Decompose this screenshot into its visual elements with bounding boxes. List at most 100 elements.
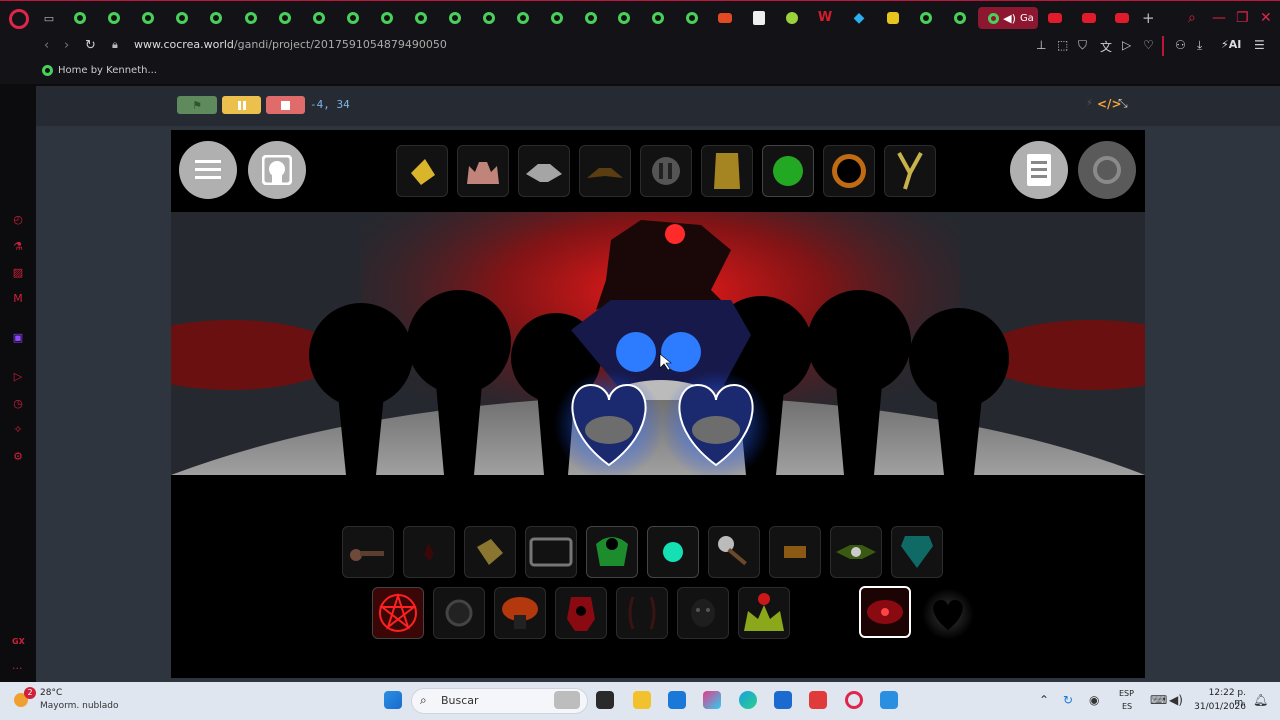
tab-wattpad-icon[interactable]: W — [818, 11, 832, 24]
tab-whatsapp-5[interactable] — [210, 12, 222, 24]
tool-mace[interactable] — [708, 526, 760, 578]
pause-button[interactable] — [222, 96, 261, 114]
sidebar-gx-control-icon[interactable]: ◴ — [11, 213, 25, 227]
shield-icon[interactable]: ⛉ — [1078, 38, 1087, 53]
antivirus-icon[interactable]: ◉ — [1089, 693, 1099, 707]
sidebar-twitch-icon[interactable]: ▣ — [11, 331, 25, 345]
speaker-icon[interactable]: ◀) — [1003, 12, 1016, 25]
tab-youtube-3[interactable] — [1115, 13, 1129, 23]
tool-gear-mouth[interactable] — [640, 145, 692, 197]
tool-dark-ring[interactable] — [433, 587, 485, 639]
tool-green-orb[interactable] — [762, 145, 814, 197]
black-heart-slot[interactable] — [922, 588, 974, 640]
back-icon[interactable]: ‹ — [44, 38, 49, 53]
opera-gx-taskbar-icon[interactable] — [809, 691, 827, 709]
bookmark-home[interactable]: Home by Kenneth... — [58, 65, 157, 76]
sidebar-more-icon[interactable]: ··· — [12, 662, 23, 675]
profile-icon[interactable]: ⚇ — [1175, 38, 1186, 52]
new-tab-icon[interactable]: + — [1142, 9, 1155, 27]
notes-button[interactable] — [1010, 141, 1068, 199]
translate-icon[interactable]: 文 — [1100, 38, 1112, 55]
tab-document-icon[interactable] — [753, 11, 765, 25]
weather-condition[interactable]: Mayorm. nublado — [40, 701, 119, 711]
tool-tv-frame[interactable] — [525, 526, 577, 578]
snapshot-icon[interactable]: ⬚ — [1057, 38, 1068, 52]
send-icon[interactable]: ▷ — [1122, 38, 1131, 52]
sidebar-gx-cleaner-icon[interactable]: ⚗ — [11, 240, 25, 254]
notification-icon[interactable]: 🔔︎ — [1253, 693, 1268, 707]
language-bottom[interactable]: ES — [1122, 702, 1132, 711]
clock-date[interactable]: 31/01/2026 — [1186, 702, 1246, 712]
update-icon[interactable]: ↻ — [1063, 693, 1073, 707]
sidebar-player-icon[interactable]: ▷ — [11, 370, 25, 384]
store-icon[interactable] — [668, 691, 686, 709]
copilot-icon[interactable] — [703, 691, 721, 709]
tool-brown-hat[interactable] — [579, 145, 631, 197]
tool-teal-shield[interactable] — [891, 526, 943, 578]
tool-pentagram[interactable] — [372, 587, 424, 639]
tab-whatsapp-9[interactable] — [347, 12, 359, 24]
tool-hammer[interactable] — [342, 526, 394, 578]
tool-gold-box[interactable] — [701, 145, 753, 197]
url-field[interactable]: www.cocrea.world/gandi/project/201759105… — [134, 38, 447, 51]
tool-red-mushroom[interactable] — [494, 587, 546, 639]
sidebar-store-icon[interactable]: ▨ — [11, 266, 25, 280]
file-explorer-icon[interactable] — [633, 691, 651, 709]
tab-whatsapp-4[interactable] — [176, 12, 188, 24]
tab-whatsapp-13[interactable] — [483, 12, 495, 24]
tool-red-eye-selected[interactable] — [859, 586, 911, 638]
opera-logo-icon[interactable] — [9, 9, 29, 29]
search-tabs-icon[interactable]: ⌕ — [1188, 10, 1196, 26]
tab-whatsapp-1[interactable] — [74, 12, 86, 24]
tool-dark-slash[interactable] — [616, 587, 668, 639]
turbo-icon[interactable]: ⚡ — [1086, 98, 1093, 109]
tool-gold-cube[interactable] — [464, 526, 516, 578]
tool-green-crown[interactable] — [738, 587, 790, 639]
pin-icon[interactable]: ⊥ — [1036, 38, 1046, 52]
volume-icon[interactable]: ◀) — [1169, 693, 1183, 707]
tab-whatsapp-17[interactable] — [618, 12, 630, 24]
tab-whatsapp-18[interactable] — [652, 12, 664, 24]
tool-orange-patch[interactable] — [769, 526, 821, 578]
language-top[interactable]: ESP — [1119, 689, 1134, 698]
tab-whatsapp-19[interactable] — [686, 12, 698, 24]
tab-whatsapp-6[interactable] — [245, 12, 257, 24]
opera-taskbar-icon[interactable] — [845, 691, 863, 709]
tab-whatsapp-14[interactable] — [517, 12, 529, 24]
sidebar-extensions-icon[interactable]: ✧ — [11, 423, 25, 437]
sidebar-settings-icon[interactable]: ⚙ — [11, 450, 25, 464]
tab-active[interactable]: ◀) Ga — [978, 7, 1038, 29]
tab-youtube-2[interactable] — [1082, 13, 1096, 23]
tab-yellow-app-icon[interactable] — [887, 12, 899, 24]
tool-pink-hands[interactable] — [457, 145, 509, 197]
tool-red-blob[interactable] — [403, 526, 455, 578]
tab-whatsapp-2[interactable] — [108, 12, 120, 24]
green-flag-button[interactable]: ⚑ — [177, 96, 217, 114]
tool-yellow-gem[interactable] — [396, 145, 448, 197]
menu-button[interactable] — [179, 141, 237, 199]
forward-icon[interactable]: › — [64, 38, 69, 53]
tool-red-skull[interactable] — [555, 587, 607, 639]
show-hidden-icons[interactable]: ⌃ — [1039, 693, 1049, 707]
avatar-button[interactable] — [248, 141, 306, 199]
windows-start-icon[interactable] — [384, 691, 402, 709]
tab-pocket-icon[interactable] — [718, 13, 732, 23]
tool-winged-eye[interactable] — [830, 526, 882, 578]
tab-whatsapp-20[interactable] — [920, 12, 932, 24]
tab-whatsapp-16[interactable] — [585, 12, 597, 24]
easy-setup-icon[interactable]: ☰ — [1254, 38, 1265, 52]
tab-green-app-icon[interactable] — [786, 12, 798, 24]
tool-cyan-orb[interactable] — [647, 526, 699, 578]
tab-whatsapp-8[interactable] — [313, 12, 325, 24]
tab-whatsapp-12[interactable] — [449, 12, 461, 24]
tab-whatsapp-7[interactable] — [279, 12, 291, 24]
tool-black-sun[interactable] — [823, 145, 875, 197]
tab-list-icon[interactable]: ▭ — [40, 9, 58, 27]
heart-icon[interactable]: ♡ — [1143, 38, 1154, 52]
network-icon[interactable]: ⌨ — [1150, 693, 1167, 707]
tool-green-eye[interactable] — [586, 526, 638, 578]
tab-whatsapp-15[interactable] — [551, 12, 563, 24]
outlook-icon[interactable] — [774, 691, 792, 709]
reset-button[interactable] — [1078, 141, 1136, 199]
tool-grey-hat[interactable] — [518, 145, 570, 197]
